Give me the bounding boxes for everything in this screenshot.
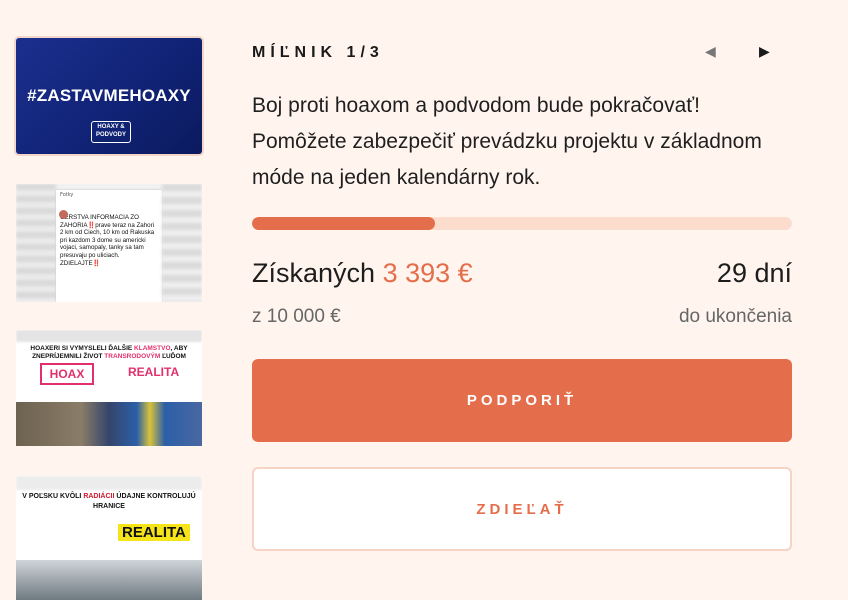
- thumbnail-photo: [16, 402, 202, 446]
- blurred-background: [16, 184, 56, 302]
- previous-milestone-icon[interactable]: ◀: [705, 44, 716, 60]
- thumbnail-photo: [16, 560, 202, 600]
- post-card: Fotky CERSTVA INFORMACIA ZO ZAHORIA‼️pra…: [56, 190, 162, 302]
- avatar: [59, 210, 68, 219]
- post-header: Fotky: [60, 192, 74, 198]
- next-milestone-icon[interactable]: ▶: [759, 44, 770, 60]
- thumbnail-facebook-post[interactable]: Fotky CERSTVA INFORMACIA ZO ZAHORIA‼️pra…: [16, 184, 202, 302]
- raised-amount: Získaných 3 393 €: [252, 258, 473, 288]
- realita-label: REALITA: [118, 524, 190, 541]
- progress-fill: [252, 217, 436, 230]
- thumbnail-zastavme-hoaxy[interactable]: #ZASTAVMEHOAXY HOAXY & PODVODY: [16, 38, 202, 154]
- thumbnail-headline: HOAXERI SI VYMYSLELI ĎALŠIE KLAMSTVO, AB…: [30, 345, 188, 360]
- blurred-header: [16, 476, 202, 490]
- thumbnail-hoax-realita-1[interactable]: HOAXERI SI VYMYSLELI ĎALŠIE KLAMSTVO, AB…: [16, 330, 202, 446]
- days-remaining: 29 dní: [716, 258, 792, 288]
- milestone-description: Boj proti hoaxom a podvodom bude pokračo…: [252, 94, 762, 189]
- post-text: CERSTVA INFORMACIA ZO ZAHORIA‼️prave ter…: [60, 214, 155, 267]
- days-caption: do ukončenia: [678, 306, 792, 327]
- milestone-label: MÍĽNIK 1/3: [252, 44, 384, 61]
- blurred-header: [16, 330, 202, 342]
- share-button[interactable]: ZDIEĽAŤ: [252, 467, 792, 551]
- hoaxy-podvody-logo: HOAXY & PODVODY: [91, 121, 131, 143]
- goal-amount: z 10 000 €: [252, 306, 341, 327]
- hoax-logo: HOAX: [40, 363, 94, 385]
- realita-label: REALITA: [128, 365, 180, 379]
- thumbnail-hoax-realita-2[interactable]: V POĽSKU KVÔLI RADIÁCII ÚDAJNE KONTROLUJ…: [16, 476, 202, 600]
- thumbnail-hashtag: #ZASTAVMEHOAXY: [27, 86, 191, 105]
- funding-progress-bar: [252, 217, 792, 230]
- blurred-background: [162, 184, 202, 302]
- support-button[interactable]: PODPORIŤ: [252, 359, 792, 442]
- thumbnail-headline: V POĽSKU KVÔLI RADIÁCII ÚDAJNE KONTROLUJ…: [22, 493, 196, 510]
